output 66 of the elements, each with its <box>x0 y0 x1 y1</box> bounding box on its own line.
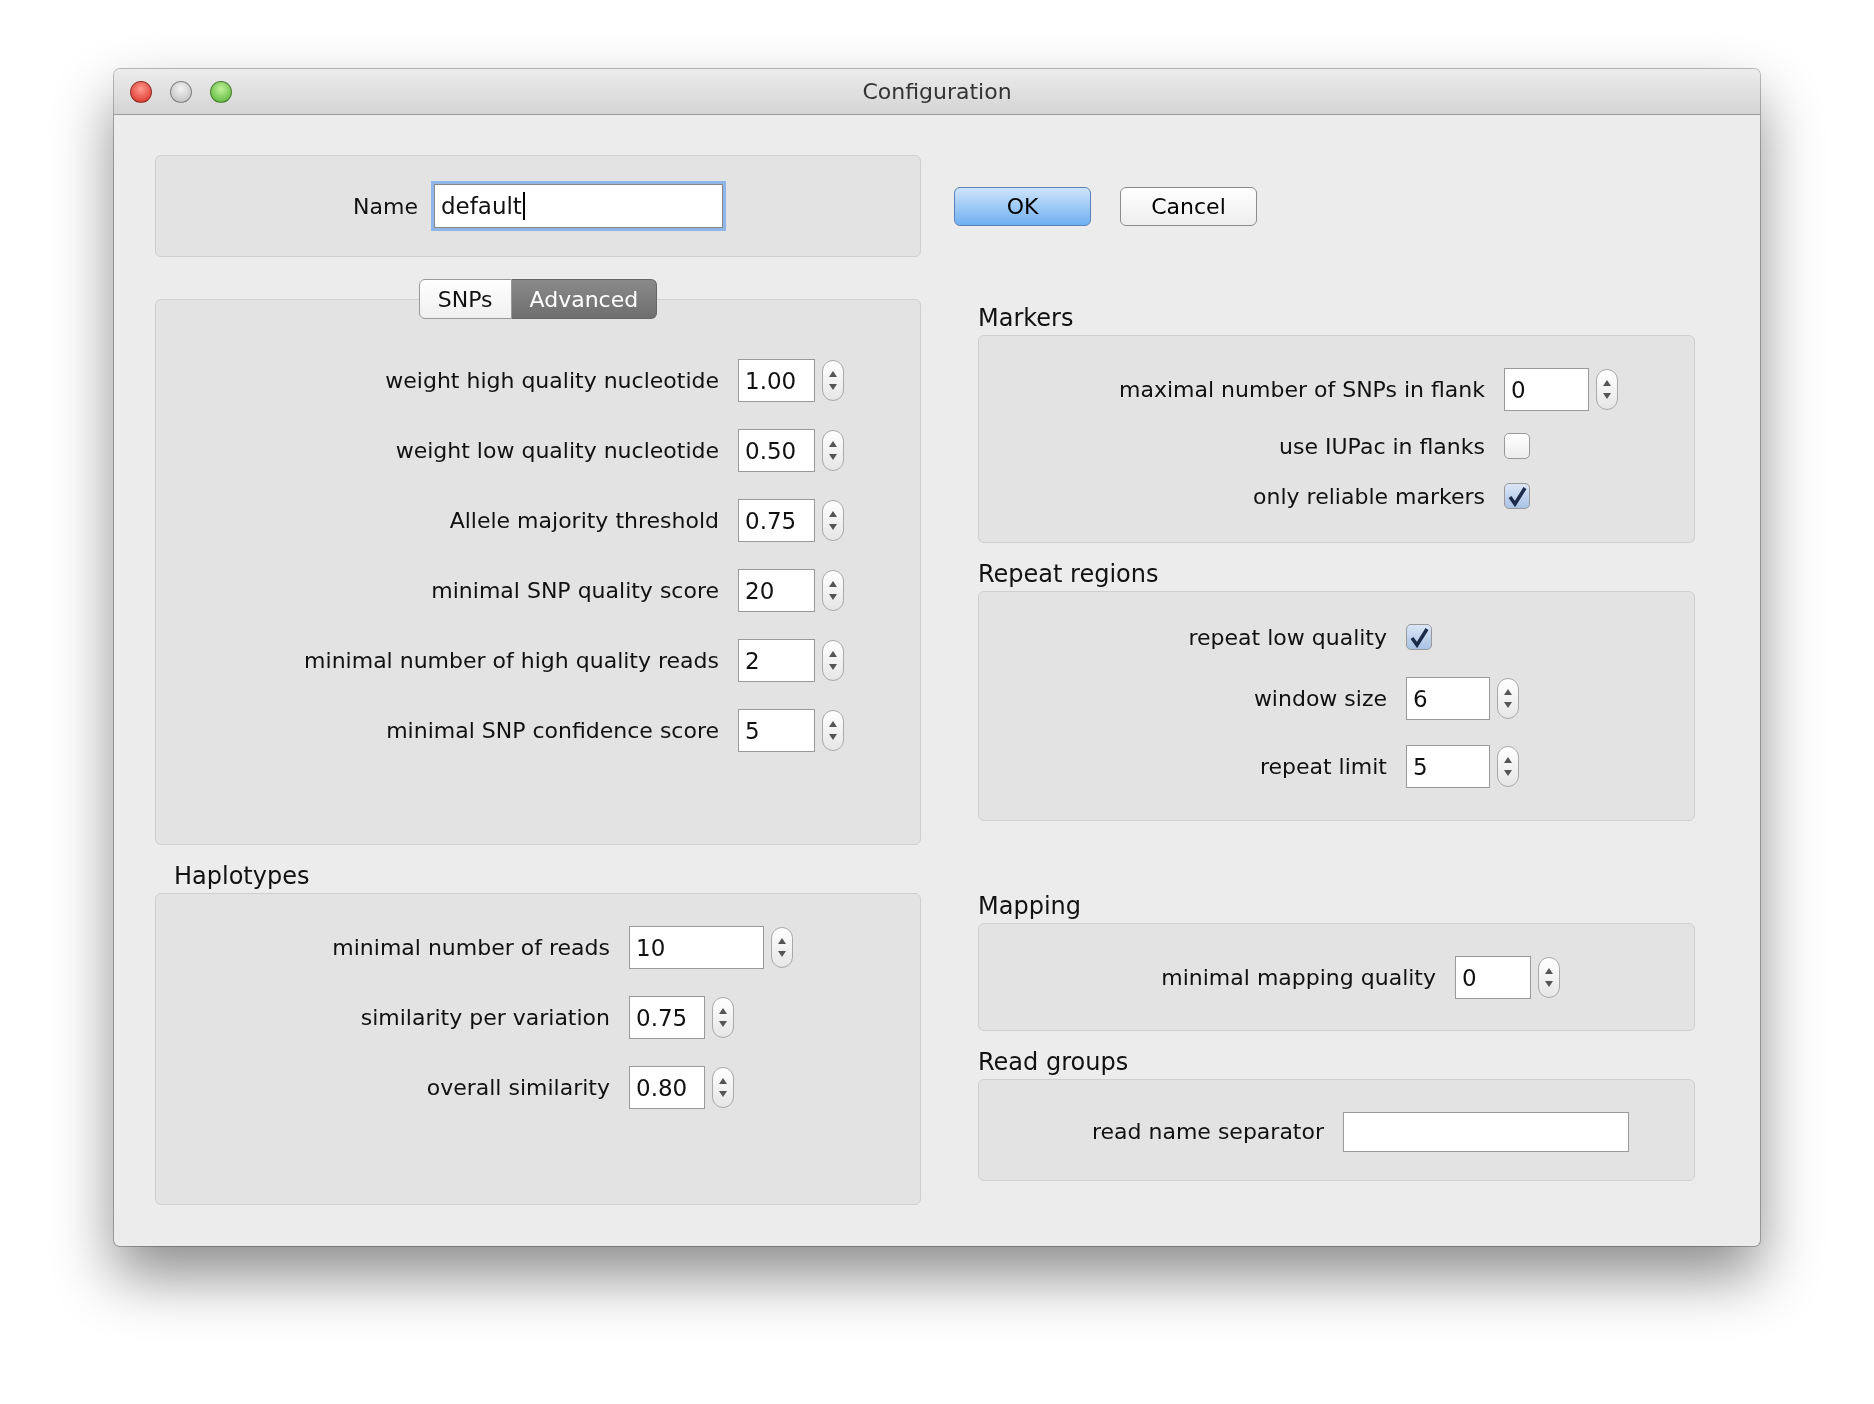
cancel-button[interactable]: Cancel <box>1120 187 1257 226</box>
field-label: read name separator <box>1090 1119 1324 1144</box>
stepper[interactable] <box>1538 957 1560 998</box>
stepper[interactable] <box>822 710 844 751</box>
checkbox[interactable] <box>1504 483 1530 509</box>
number-field[interactable]: 1.00 <box>738 359 815 402</box>
group-title: Read groups <box>978 1046 1130 1078</box>
stepper[interactable] <box>822 570 844 611</box>
group-title: Repeat regions <box>978 558 1160 590</box>
minimize-button[interactable] <box>170 81 192 103</box>
number-field[interactable]: 0.50 <box>738 429 815 472</box>
field-label: weight high quality nucleotide <box>384 368 719 393</box>
number-field[interactable]: 6 <box>1406 677 1490 720</box>
group-title: Markers <box>978 302 1075 334</box>
number-field[interactable]: 2 <box>738 639 815 682</box>
ok-button[interactable]: OK <box>954 187 1091 226</box>
checkmark-icon <box>1506 485 1528 507</box>
group-title: Mapping <box>978 890 1082 922</box>
stepper[interactable] <box>822 640 844 681</box>
field-label: similarity per variation <box>359 1005 610 1030</box>
checkbox[interactable] <box>1504 433 1530 459</box>
number-field[interactable]: 0 <box>1455 956 1531 999</box>
stepper[interactable] <box>712 1067 734 1108</box>
window-title: Configuration <box>862 79 1012 104</box>
number-field[interactable]: 5 <box>738 709 815 752</box>
stepper[interactable] <box>1497 678 1519 719</box>
field-label: Allele majority threshold <box>448 508 719 533</box>
field-label: overall similarity <box>425 1075 610 1100</box>
stepper[interactable] <box>822 500 844 541</box>
field-label: repeat limit <box>1258 754 1387 779</box>
field-label: minimal SNP confidence score <box>385 718 719 743</box>
field-label: minimal SNP quality score <box>430 578 719 603</box>
field-label: window size <box>1252 686 1387 711</box>
stepper[interactable] <box>1596 369 1618 410</box>
field-label: Name <box>353 193 418 219</box>
field-value: default <box>440 193 522 219</box>
field-label: weight low quality nucleotide <box>394 438 719 463</box>
group-title: Haplotypes <box>174 860 311 892</box>
field-label: maximal number of SNPs in flank <box>1118 377 1485 402</box>
field-label: minimal mapping quality <box>1160 965 1436 990</box>
number-field[interactable]: 5 <box>1406 745 1490 788</box>
number-field[interactable]: 0.75 <box>629 996 705 1039</box>
field-label: only reliable markers <box>1252 483 1485 509</box>
number-field[interactable]: 0.75 <box>738 499 815 542</box>
number-field[interactable]: 0 <box>1504 368 1589 411</box>
tab[interactable]: Advanced <box>511 279 658 319</box>
stepper[interactable] <box>712 997 734 1038</box>
field-label: use IUPac in flanks <box>1278 433 1485 459</box>
stepper[interactable] <box>822 430 844 471</box>
text-cursor <box>522 192 525 220</box>
zoom-button[interactable] <box>210 81 232 103</box>
field-label: repeat low quality <box>1187 624 1387 650</box>
stepper[interactable] <box>771 927 793 968</box>
field-label: minimal number of high quality reads <box>303 648 719 673</box>
tab[interactable]: SNPs <box>418 279 512 319</box>
checkmark-icon <box>1408 626 1430 648</box>
close-button[interactable] <box>130 81 152 103</box>
checkbox[interactable] <box>1406 624 1432 650</box>
text-field[interactable] <box>1343 1111 1629 1152</box>
name-field[interactable]: default <box>433 184 723 228</box>
stepper[interactable] <box>822 360 844 401</box>
stepper[interactable] <box>1497 746 1519 787</box>
number-field[interactable]: 20 <box>738 569 815 612</box>
field-label: minimal number of reads <box>331 935 610 960</box>
number-field[interactable]: 10 <box>629 926 764 969</box>
number-field[interactable]: 0.80 <box>629 1066 705 1109</box>
